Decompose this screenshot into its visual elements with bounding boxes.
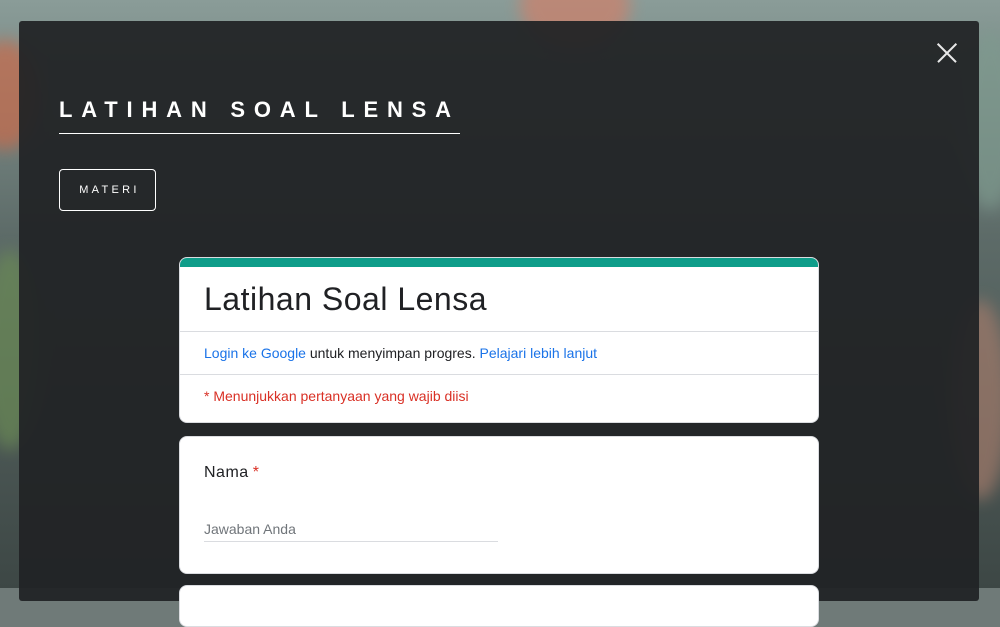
login-notice: Login ke Google untuk menyimpan progres.… <box>180 332 818 374</box>
form-accent-bar <box>180 258 818 267</box>
required-asterisk: * <box>252 464 260 481</box>
learn-more-link[interactable]: Pelajari lebih lanjut <box>480 345 598 361</box>
modal-title: LATIHAN SOAL LENSA <box>59 97 460 134</box>
required-note: * Menunjukkan pertanyaan yang wajib diis… <box>204 388 469 404</box>
question-card <box>179 585 819 627</box>
form-header-card: Latihan Soal Lensa Login ke Google untuk… <box>179 257 819 423</box>
question-label-text: Nama <box>204 464 249 481</box>
close-icon[interactable] <box>937 43 957 63</box>
question-card: Nama * <box>179 436 819 574</box>
materi-button[interactable]: MATERI <box>59 169 156 211</box>
modal-dialog: LATIHAN SOAL LENSA MATERI Latihan Soal L… <box>19 21 979 627</box>
answer-input[interactable] <box>204 517 498 542</box>
login-google-link[interactable]: Login ke Google <box>204 345 306 361</box>
login-notice-text: untuk menyimpan progres. <box>305 345 480 361</box>
form-title: Latihan Soal Lensa <box>204 281 487 317</box>
question-label: Nama * <box>204 464 259 482</box>
